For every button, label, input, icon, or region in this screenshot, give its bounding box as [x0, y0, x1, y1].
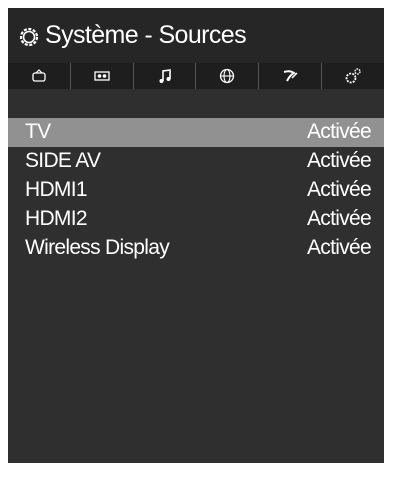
sources-list: TV Activée SIDE AV Activée HDMI1 Activée… [8, 118, 384, 263]
source-name: Wireless Display [25, 236, 170, 259]
settings-gears-icon [345, 68, 361, 84]
source-status: Activée [307, 207, 372, 230]
source-name: HDMI1 [25, 178, 88, 201]
tab-system[interactable] [322, 63, 384, 89]
source-row-hdmi2[interactable]: HDMI2 Activée [8, 205, 384, 234]
page-title: Système - Sources [45, 21, 247, 49]
tab-tv[interactable] [8, 63, 71, 89]
tv-icon [32, 69, 46, 82]
source-status: Activée [307, 120, 372, 143]
source-row-side-av[interactable]: SIDE AV Activée [8, 147, 384, 176]
tab-music[interactable] [134, 63, 197, 89]
category-tabs [8, 63, 384, 89]
source-name: TV [25, 120, 51, 143]
satellite-icon [283, 70, 298, 82]
source-row-tv[interactable]: TV Activée [8, 118, 384, 147]
gear-icon [19, 27, 39, 47]
menu-header: Système - Sources [8, 8, 384, 63]
source-row-hdmi1[interactable]: HDMI1 Activée [8, 176, 384, 205]
globe-icon [220, 68, 235, 84]
tv-menu-screen: Système - Sources TV Activée SIDE AV Act… [8, 8, 384, 463]
screen-icon [94, 71, 110, 81]
source-row-wireless-display[interactable]: Wireless Display Activée [8, 234, 384, 263]
source-name: HDMI2 [25, 207, 88, 230]
source-status: Activée [307, 236, 372, 259]
source-status: Activée [307, 178, 372, 201]
tab-internet[interactable] [196, 63, 260, 89]
tab-satellite[interactable] [259, 63, 323, 89]
music-note-icon [159, 69, 171, 83]
source-status: Activée [307, 149, 372, 172]
tab-screen[interactable] [71, 63, 134, 89]
source-name: SIDE AV [25, 149, 101, 172]
